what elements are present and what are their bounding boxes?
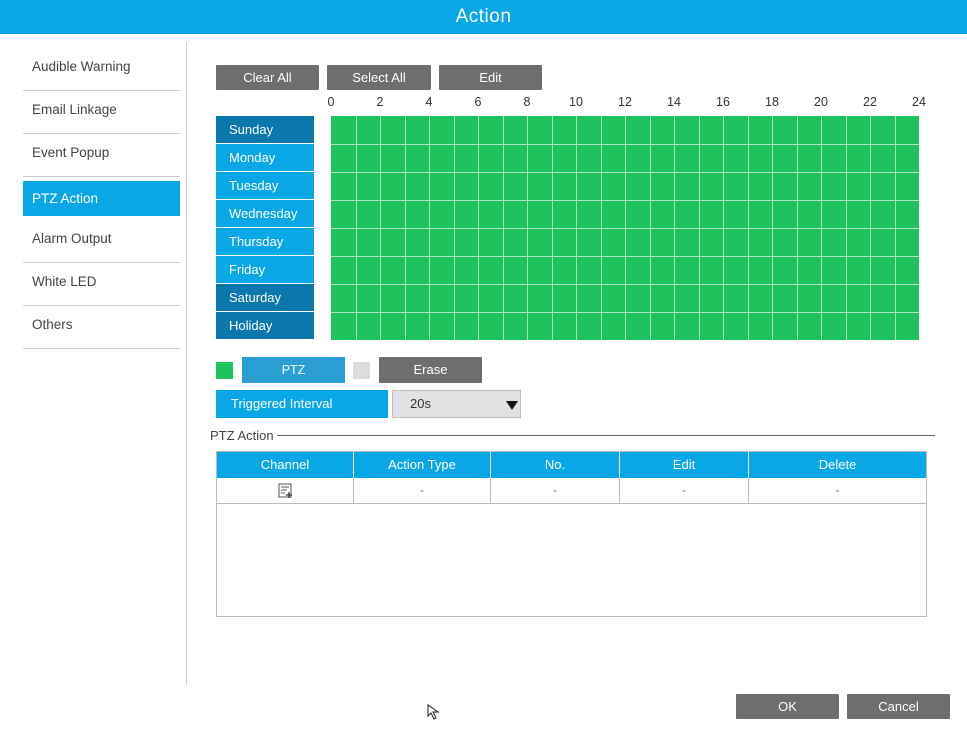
- ptz-action-section-title: PTZ Action: [210, 428, 277, 443]
- hour-label: 20: [814, 95, 828, 109]
- grid-day-divider: [331, 172, 919, 173]
- erase-color-swatch: [353, 362, 370, 379]
- clear-all-button[interactable]: Clear All: [216, 65, 319, 90]
- hour-label: 24: [912, 95, 926, 109]
- day-label-monday[interactable]: Monday: [216, 144, 314, 171]
- hour-label: 18: [765, 95, 779, 109]
- sidebar-divider: [186, 42, 187, 685]
- grid-day-divider: [331, 228, 919, 229]
- column-header-action-type: Action Type: [354, 452, 491, 478]
- no-cell: -: [491, 478, 620, 503]
- column-header-channel: Channel: [217, 452, 354, 478]
- column-header-no: No.: [491, 452, 620, 478]
- select-all-button[interactable]: Select All: [327, 65, 431, 90]
- dropdown-arrow-icon: [506, 401, 518, 410]
- column-header-edit: Edit: [620, 452, 749, 478]
- cancel-button[interactable]: Cancel: [847, 694, 950, 719]
- hour-label: 16: [716, 95, 730, 109]
- ptz-color-swatch: [216, 362, 233, 379]
- triggered-interval-value: 20s: [410, 396, 431, 411]
- sidebar-item-alarm-output[interactable]: Alarm Output: [23, 220, 180, 263]
- column-header-delete: Delete: [818, 457, 857, 472]
- day-label-sunday[interactable]: Sunday: [216, 116, 314, 143]
- sidebar-item-audible-warning[interactable]: Audible Warning: [23, 48, 180, 91]
- day-label-holiday[interactable]: Holiday: [216, 312, 314, 339]
- grid-day-divider: [331, 312, 919, 313]
- day-label-wednesday[interactable]: Wednesday: [216, 200, 314, 227]
- grid-day-divider: [331, 284, 919, 285]
- table-row: - - - -: [217, 478, 926, 504]
- sidebar-item-email-linkage[interactable]: Email Linkage: [23, 91, 180, 134]
- day-label-friday[interactable]: Friday: [216, 256, 314, 283]
- edit-button[interactable]: Edit: [439, 65, 542, 90]
- hour-label: 8: [523, 95, 531, 109]
- ptz-action-table: Channel Action Type No. Edit Delete - - …: [216, 451, 927, 617]
- day-label-saturday[interactable]: Saturday: [216, 284, 314, 311]
- edit-cell: -: [620, 478, 749, 503]
- triggered-interval-label: Triggered Interval: [216, 390, 388, 418]
- hour-label: 6: [474, 95, 482, 109]
- erase-button[interactable]: Erase: [379, 357, 482, 383]
- day-label-tuesday[interactable]: Tuesday: [216, 172, 314, 199]
- grid-day-divider: [331, 256, 919, 257]
- grid-day-divider: [331, 200, 919, 201]
- hour-label: 2: [376, 95, 384, 109]
- hour-label: 10: [569, 95, 583, 109]
- action-type-cell: -: [354, 478, 491, 503]
- hour-label: 4: [425, 95, 433, 109]
- sidebar-item-white-led[interactable]: White LED: [23, 263, 180, 306]
- hour-label: 22: [863, 95, 877, 109]
- add-list-icon[interactable]: [278, 483, 294, 499]
- day-label-thursday[interactable]: Thursday: [216, 228, 314, 255]
- hour-label: 0: [327, 95, 335, 109]
- table-header: Channel Action Type No. Edit Delete: [217, 452, 926, 478]
- grid-day-divider: [331, 144, 919, 145]
- add-channel-cell[interactable]: [217, 478, 354, 503]
- ptz-brush-button[interactable]: PTZ: [242, 357, 345, 383]
- hour-label: 14: [667, 95, 681, 109]
- section-divider: [270, 435, 935, 436]
- sidebar-item-event-popup[interactable]: Event Popup: [23, 134, 180, 177]
- triggered-interval-select[interactable]: 20s: [392, 390, 521, 418]
- mouse-cursor-icon: [427, 704, 440, 720]
- window-title: Action: [0, 0, 967, 34]
- sidebar-nav: Audible Warning Email Linkage Event Popu…: [23, 48, 180, 349]
- ok-button[interactable]: OK: [736, 694, 839, 719]
- sidebar-item-others[interactable]: Others: [23, 306, 180, 349]
- schedule-grid[interactable]: [331, 116, 919, 340]
- hour-label: 12: [618, 95, 632, 109]
- sidebar-item-ptz-action[interactable]: PTZ Action: [23, 181, 180, 216]
- delete-cell: -: [835, 483, 840, 497]
